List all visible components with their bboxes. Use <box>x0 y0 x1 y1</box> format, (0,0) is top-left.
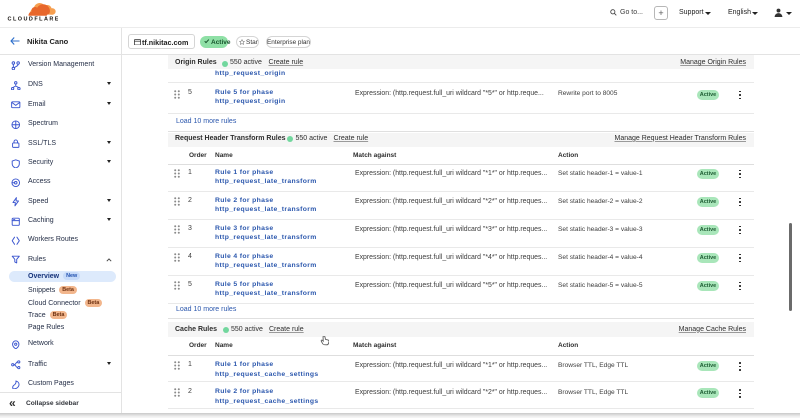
svg-text:CLOUDFLARE: CLOUDFLARE <box>8 16 58 20</box>
